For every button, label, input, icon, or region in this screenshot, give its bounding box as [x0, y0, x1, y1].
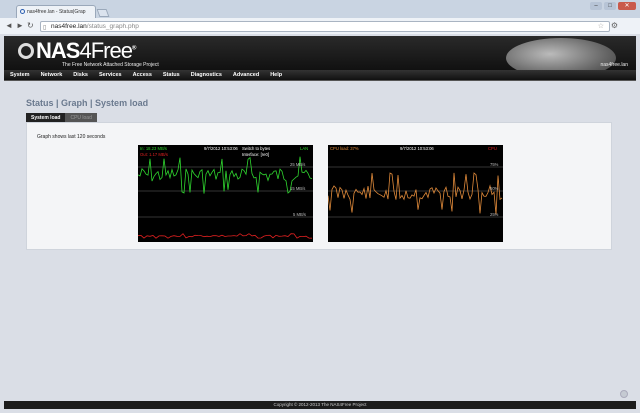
maximize-button[interactable]: □ — [604, 2, 616, 10]
footer: Copyright © 2012-2013 The NAS4Free Proje… — [4, 401, 636, 409]
in-label: In: 18.23 MB/s — [140, 146, 167, 151]
site-header: NAS4Free® The Free Network Attached Stor… — [4, 36, 636, 70]
forward-arrow-icon[interactable]: ► — [16, 21, 24, 31]
close-button[interactable]: ✕ — [618, 2, 636, 10]
page-icon: ▯ — [43, 25, 47, 31]
window-controls: – □ ✕ — [590, 2, 636, 10]
scale-high: 25 MB/s — [290, 162, 306, 167]
nas4free-logo[interactable]: NAS4Free® — [18, 38, 137, 64]
browser-toolbar: ◄ ► ↻ ▯ nas4free.lan/status_graph.php ☆ … — [0, 18, 640, 34]
scale-mid: 15 MB/s — [290, 186, 306, 191]
scroll-top-icon[interactable] — [620, 390, 628, 398]
wrench-icon[interactable]: ⚙ — [611, 21, 618, 30]
scale-low: 5 MB/s — [293, 212, 307, 217]
tab-cpu-load[interactable]: CPU load — [65, 113, 97, 122]
url-path: /status_graph.php — [86, 23, 139, 30]
lan-label: LAN — [300, 146, 309, 151]
cpu-load-label: CPU load: 37% — [330, 146, 359, 151]
menu-disks[interactable]: Disks — [67, 70, 93, 80]
menu-status[interactable]: Status — [157, 70, 185, 80]
scale-high: 75% — [490, 162, 499, 167]
menu-advanced[interactable]: Advanced — [227, 70, 264, 80]
url-host: nas4free.lan — [51, 23, 87, 30]
new-tab-button[interactable] — [96, 9, 110, 17]
interface-label: Interface: [re0] — [242, 152, 269, 157]
main-menu: System Network Disks Services Access Sta… — [4, 70, 636, 81]
menu-network[interactable]: Network — [35, 70, 68, 80]
address-bar[interactable]: ▯ nas4free.lan/status_graph.php — [40, 21, 610, 32]
menu-access[interactable]: Access — [127, 70, 157, 80]
graph-note: Graph shows last 120 seconds — [37, 134, 106, 140]
scale-low: 25% — [490, 212, 499, 217]
tab-system-load[interactable]: System load — [26, 113, 66, 122]
hostname: nas4free.lan — [600, 62, 628, 68]
network-graph-canvas — [138, 156, 313, 239]
minimize-button[interactable]: – — [590, 2, 602, 10]
sub-tabs: System load CPU load — [26, 113, 97, 122]
logo-ring-icon — [18, 43, 34, 59]
scale-mid: 50% — [490, 186, 499, 191]
tagline: The Free Network Attached Storage Projec… — [62, 62, 159, 68]
out-label: Out: 1.17 MB/s — [140, 152, 168, 157]
browser-chrome: nas4free.lan - Status|Grap – □ ✕ ◄ ► ↻ ▯… — [0, 0, 640, 34]
cpu-graph: CPU load: 37% 9/7/2012 10:53:06 CPU 75% … — [328, 145, 503, 242]
in-traffic-line — [138, 156, 313, 194]
browser-tab[interactable]: nas4free.lan - Status|Grap — [16, 5, 96, 18]
cpu-load-line — [328, 172, 503, 215]
page-title: Status | Graph | System load — [26, 98, 149, 108]
cpu-graph-canvas — [328, 166, 503, 218]
timestamp: 9/7/2012 10:53:06 — [400, 146, 434, 151]
graph-panel: Graph shows last 120 seconds In: 18.23 M… — [26, 122, 612, 250]
network-graph: In: 18.23 MB/s Out: 1.17 MB/s 9/7/2012 1… — [138, 145, 313, 242]
reload-icon[interactable]: ↻ — [27, 21, 34, 31]
star-icon[interactable]: ☆ — [598, 22, 604, 30]
menu-help[interactable]: Help — [264, 70, 287, 80]
menu-diagnostics[interactable]: Diagnostics — [185, 70, 227, 80]
tab-title: nas4free.lan - Status|Grap — [27, 9, 86, 15]
timestamp: 9/7/2012 10:53:06 — [204, 146, 238, 151]
menu-system[interactable]: System — [4, 70, 35, 80]
menu-services[interactable]: Services — [93, 70, 127, 80]
cpu-short-label: CPU — [488, 146, 497, 151]
out-traffic-line — [138, 233, 313, 239]
back-arrow-icon[interactable]: ◄ — [5, 21, 13, 31]
favicon-icon — [20, 9, 25, 14]
switch-to-bytes-link[interactable]: Switch to bytes — [242, 146, 270, 151]
